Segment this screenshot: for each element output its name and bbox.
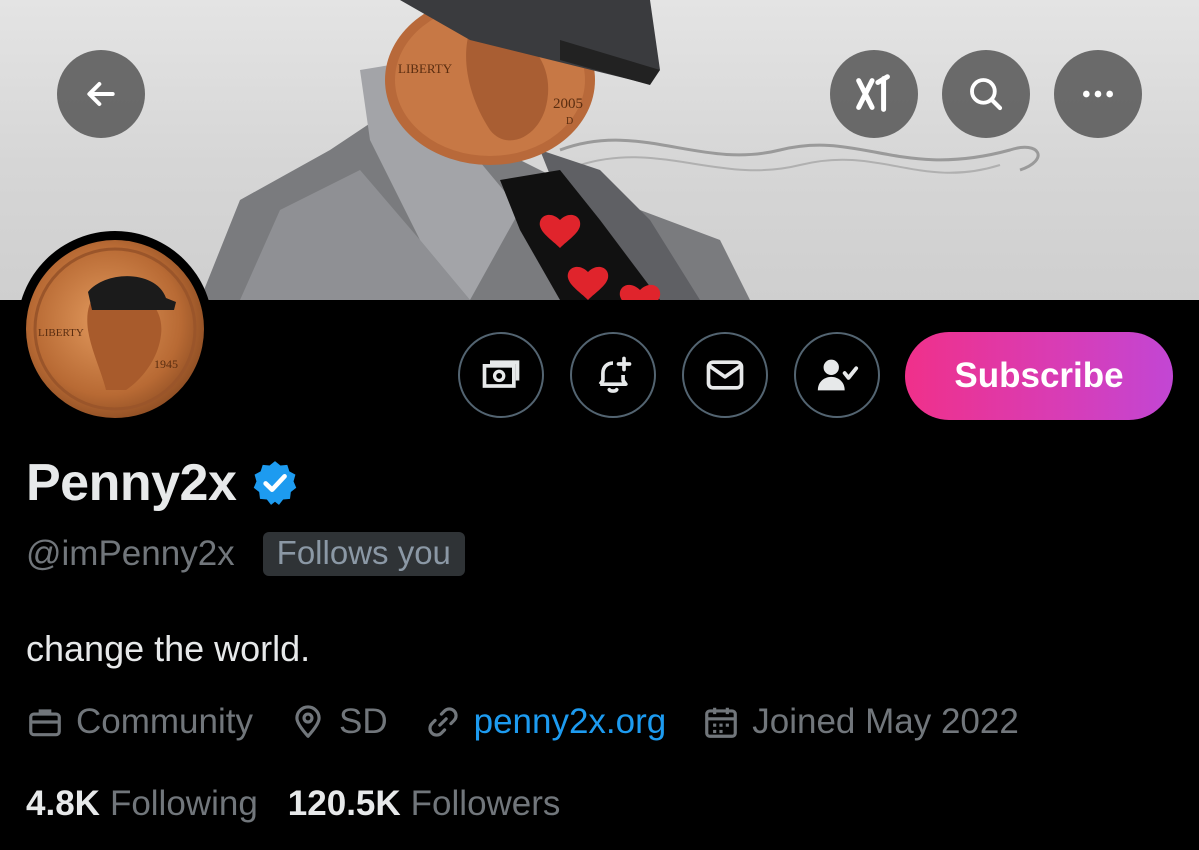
profile-meta: Community SD penny2x.org Joined May 2022 <box>26 702 1055 742</box>
svg-text:D: D <box>566 116 573 127</box>
svg-text:2005: 2005 <box>553 96 583 112</box>
joined-label: Joined May 2022 <box>752 702 1019 741</box>
svg-text:LIBERTY: LIBERTY <box>38 327 84 339</box>
avatar-image: LIBERTY 1945 <box>26 240 204 418</box>
handle-row: @imPenny2x Follows you <box>26 532 465 576</box>
search-button[interactable] <box>942 50 1030 138</box>
following-link[interactable]: 4.8K Following <box>26 784 258 824</box>
profile-avatar[interactable]: LIBERTY 1945 <box>17 231 213 427</box>
follow-counts: 4.8K Following 120.5K Followers <box>26 784 590 824</box>
name-row: Penny2x <box>26 453 300 513</box>
grok-icon <box>856 74 890 112</box>
link-icon <box>428 707 458 737</box>
arrow-left-icon <box>87 82 115 106</box>
more-horizontal-icon <box>1083 90 1113 98</box>
website-link[interactable]: penny2x.org <box>474 702 667 742</box>
envelope-icon <box>706 360 744 390</box>
svg-text:1945: 1945 <box>154 357 178 371</box>
category-item: Community <box>26 702 253 742</box>
location-label: SD <box>338 702 388 741</box>
verified-badge-icon[interactable] <box>250 458 300 508</box>
location-pin-icon <box>295 705 321 738</box>
following-button[interactable] <box>794 332 880 418</box>
website-item[interactable]: penny2x.org <box>424 702 667 742</box>
notifications-button[interactable] <box>570 332 656 418</box>
following-count: 4.8K <box>26 784 100 823</box>
briefcase-icon <box>29 709 61 737</box>
display-name: Penny2x <box>26 454 237 512</box>
user-check-icon <box>817 359 859 391</box>
bell-plus-icon <box>598 356 632 393</box>
calendar-icon <box>705 707 738 738</box>
more-button[interactable] <box>1054 50 1142 138</box>
back-button[interactable] <box>57 50 145 138</box>
subscribe-button[interactable]: Subscribe <box>905 332 1173 420</box>
location-item: SD <box>289 702 388 742</box>
search-icon <box>970 78 1003 111</box>
profile-bio: change the world. <box>26 628 311 669</box>
money-icon <box>482 360 520 388</box>
followers-count: 120.5K <box>287 784 401 823</box>
user-handle: @imPenny2x <box>26 534 235 573</box>
following-label: Following <box>109 784 258 823</box>
follows-you-badge: Follows you <box>262 532 465 576</box>
joined-item: Joined May 2022 <box>702 702 1019 742</box>
followers-label: Followers <box>410 784 561 823</box>
grok-button[interactable] <box>830 50 918 138</box>
tip-button[interactable] <box>458 332 544 418</box>
message-button[interactable] <box>682 332 768 418</box>
category-label: Community <box>76 702 253 741</box>
followers-link[interactable]: 120.5K Followers <box>288 784 561 824</box>
svg-text:LIBERTY: LIBERTY <box>398 61 453 76</box>
